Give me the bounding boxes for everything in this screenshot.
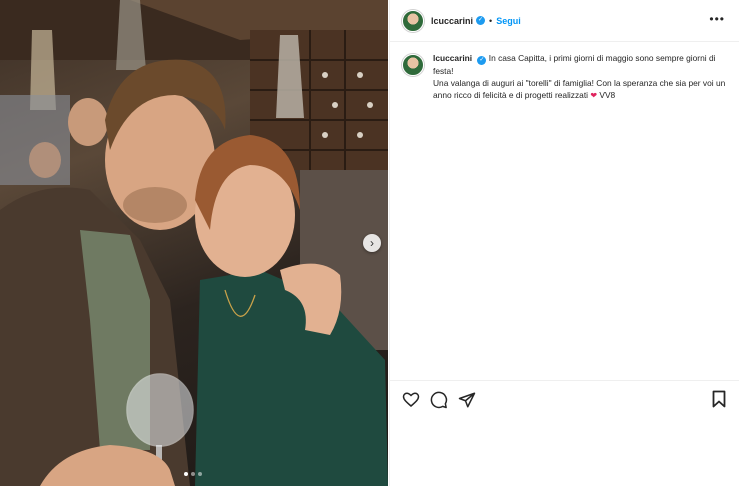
carousel-dot — [184, 472, 188, 476]
caption-text: lcuccarini ✓ In casa Capitta, i primi gi… — [433, 52, 732, 102]
share-send-icon[interactable] — [458, 391, 476, 409]
save-bookmark-icon[interactable] — [712, 390, 726, 408]
avatar[interactable] — [402, 9, 424, 32]
photo-illustration — [0, 0, 388, 486]
instagram-post-modal: › lcuccarini ✓ • Segui ••• lcuccarini ✓ … — [0, 0, 740, 486]
heart-emoji: ❤ — [590, 91, 598, 100]
more-options-icon[interactable]: ••• — [709, 12, 725, 26]
header-separator: • — [489, 15, 493, 26]
caption-line-1: In casa Capitta, i primi giorni di maggi… — [433, 53, 716, 76]
follow-button[interactable]: Segui — [496, 16, 521, 26]
caption-username[interactable]: lcuccarini — [433, 53, 472, 63]
caption-avatar[interactable] — [402, 54, 424, 76]
post-actions-bar — [390, 380, 739, 418]
post-photo[interactable]: › — [0, 0, 388, 486]
carousel-dot — [191, 472, 195, 476]
like-heart-icon[interactable] — [402, 391, 420, 409]
post-caption: lcuccarini ✓ In casa Capitta, i primi gi… — [402, 52, 732, 102]
verified-badge-icon: ✓ — [476, 16, 486, 25]
username[interactable]: lcuccarini — [431, 16, 473, 26]
carousel-dots — [184, 472, 202, 476]
caption-end: VV8 — [599, 90, 616, 100]
caption-line-2: Una valanga di auguri ai "torelli" di fa… — [433, 78, 726, 100]
comment-icon[interactable] — [430, 391, 448, 409]
post-side-panel: lcuccarini ✓ • Segui ••• lcuccarini ✓ In… — [389, 0, 740, 486]
verified-badge-icon: ✓ — [477, 56, 487, 65]
post-header: lcuccarini ✓ • Segui ••• — [390, 0, 739, 42]
carousel-next-button[interactable]: › — [363, 234, 381, 252]
carousel-dot — [198, 472, 202, 476]
